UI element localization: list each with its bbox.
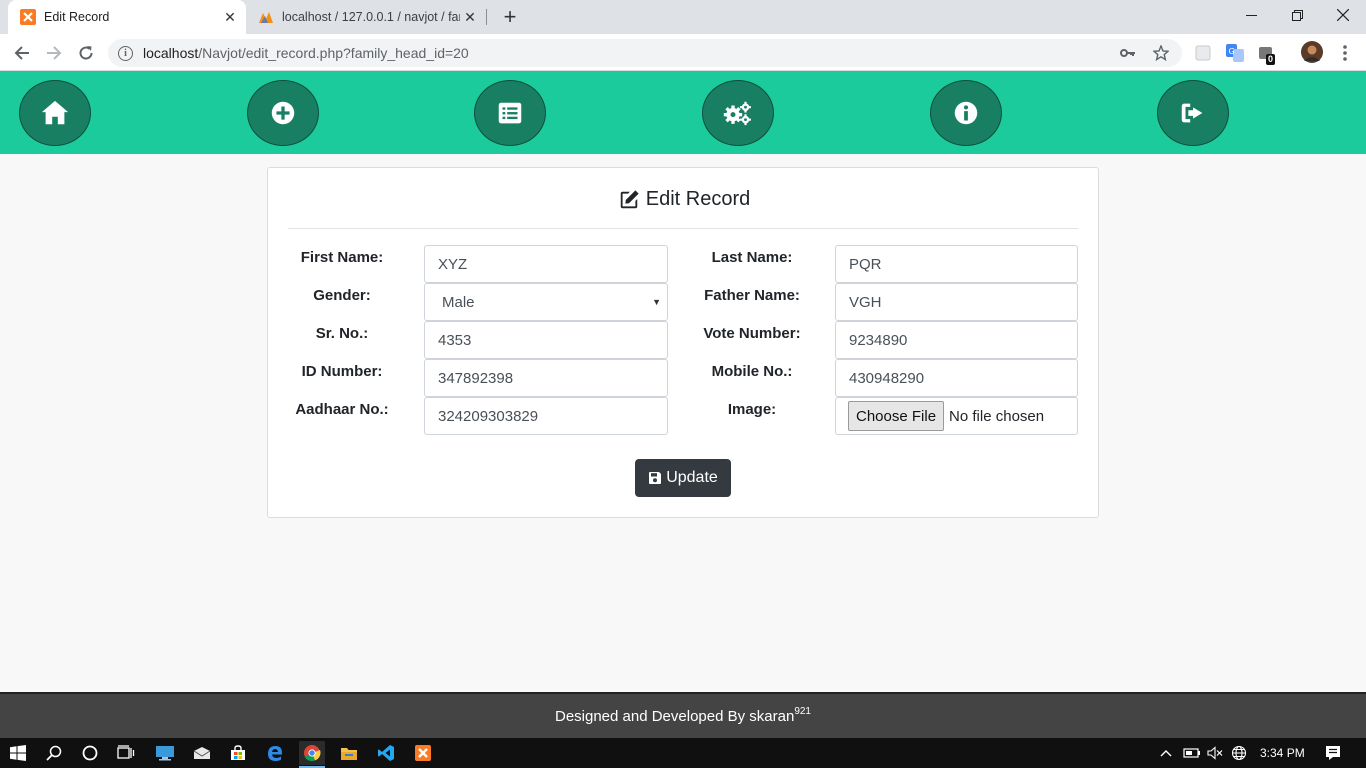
save-icon	[649, 472, 662, 484]
key-icon[interactable]	[1120, 39, 1136, 67]
nav-info-button[interactable]	[930, 80, 1002, 146]
sr-no-input[interactable]: 4353	[424, 321, 668, 359]
dropdown-caret-icon: ▼	[652, 297, 661, 307]
image-file-input[interactable]: Choose File No file chosen	[835, 397, 1078, 435]
file-status-text: No file chosen	[949, 407, 1045, 425]
tab-title: Edit Record	[44, 10, 110, 24]
nav-list-button[interactable]	[474, 80, 546, 146]
profile-avatar[interactable]	[1300, 40, 1324, 64]
gender-select[interactable]: Male ▼	[424, 283, 668, 321]
battery-icon[interactable]	[1183, 738, 1201, 768]
page-title: Edit Record	[268, 188, 1100, 211]
gender-selected-value: Male	[442, 293, 475, 311]
windows-taskbar: 3:34 PM	[0, 738, 1366, 768]
tray-chevron-icon[interactable]	[1160, 738, 1172, 768]
info-circle-icon	[954, 101, 978, 125]
nav-add-button[interactable]	[247, 80, 319, 146]
tab-separator	[486, 9, 487, 25]
desktop-app-icon[interactable]	[152, 741, 178, 765]
browser-toolbar: i localhost/Navjot/edit_record.php?famil…	[0, 34, 1366, 71]
svg-text:G: G	[1229, 47, 1235, 56]
plus-circle-icon	[271, 101, 295, 125]
home-icon	[41, 100, 69, 125]
divider	[288, 228, 1078, 229]
network-globe-icon[interactable]	[1231, 738, 1247, 768]
phpmyadmin-icon	[258, 9, 274, 25]
chrome-taskbar-icon[interactable]	[299, 741, 325, 768]
browser-tabstrip: Edit Record ✕ localhost / 127.0.0.1 / na…	[0, 0, 1366, 34]
footer-text: Designed and Developed By skaran	[554, 707, 795, 725]
tab-title: localhost / 127.0.0.1 / navjot / far	[282, 10, 460, 24]
chrome-menu-icon[interactable]	[1334, 42, 1356, 64]
cogs-icon	[723, 101, 751, 126]
first-name-input[interactable]: XYZ	[424, 245, 668, 283]
nav-logout-button[interactable]	[1157, 80, 1229, 146]
close-window-button[interactable]	[1320, 0, 1366, 30]
first-name-label: First Name:	[300, 249, 384, 266]
cortana-icon[interactable]	[77, 741, 103, 765]
edge-icon[interactable]	[262, 741, 288, 765]
sign-out-icon	[1181, 103, 1203, 123]
site-info-icon[interactable]: i	[118, 45, 133, 61]
close-tab-icon[interactable]: ✕	[220, 7, 240, 27]
new-tab-button[interactable]: +	[498, 4, 522, 29]
update-button[interactable]: Update	[635, 459, 731, 497]
vscode-icon[interactable]	[373, 741, 399, 765]
reload-button[interactable]	[72, 39, 100, 67]
xampp-taskbar-icon[interactable]	[410, 741, 436, 765]
back-button[interactable]	[8, 39, 36, 67]
extension-badge: 0	[1266, 54, 1276, 65]
mobile-no-input[interactable]: 430948290	[835, 359, 1078, 397]
footer-sup: 921	[794, 705, 811, 717]
mobile-no-label: Mobile No.:	[711, 363, 793, 380]
extension-icon[interactable]	[1192, 42, 1214, 64]
url-path: /Navjot/edit_record.php?family_head_id=2…	[198, 45, 469, 61]
forward-button[interactable]	[40, 39, 68, 67]
page-footer: Designed and Developed By skaran 921	[0, 692, 1366, 738]
minimize-button[interactable]	[1228, 0, 1274, 30]
taskbar-clock[interactable]: 3:34 PM	[1260, 738, 1305, 768]
vote-number-input[interactable]: 9234890	[835, 321, 1078, 359]
tab-edit-record[interactable]: Edit Record ✕	[8, 0, 246, 34]
sr-no-label: Sr. No.:	[315, 325, 369, 342]
last-name-label: Last Name:	[711, 249, 793, 266]
mail-icon[interactable]	[189, 741, 215, 765]
father-name-input[interactable]: VGH	[835, 283, 1078, 321]
father-name-label: Father Name:	[704, 287, 800, 304]
app-navbar	[0, 71, 1366, 154]
choose-file-button[interactable]: Choose File	[848, 401, 945, 431]
file-explorer-icon[interactable]	[336, 741, 362, 765]
tab-phpmyadmin[interactable]: localhost / 127.0.0.1 / navjot / far ✕	[248, 0, 486, 34]
store-icon[interactable]	[225, 741, 251, 765]
restore-button[interactable]	[1274, 0, 1320, 30]
aadhaar-no-label: Aadhaar No.:	[295, 401, 389, 418]
id-number-input[interactable]: 347892398	[424, 359, 668, 397]
search-icon[interactable]	[41, 741, 67, 765]
page-title-text: Edit Record	[645, 188, 751, 210]
task-view-icon[interactable]	[113, 741, 139, 765]
windows-start-icon[interactable]	[5, 741, 31, 765]
aadhaar-no-input[interactable]: 324209303829	[424, 397, 668, 435]
action-center-icon[interactable]	[1325, 738, 1341, 768]
last-name-input[interactable]: PQR	[835, 245, 1078, 283]
bookmark-star-icon[interactable]	[1153, 39, 1169, 67]
vote-number-label: Vote Number:	[703, 325, 801, 342]
nav-home-button[interactable]	[19, 80, 91, 146]
url-host: localhost	[143, 45, 199, 61]
badge-extension-icon[interactable]: 0	[1256, 42, 1278, 65]
image-label: Image:	[727, 401, 777, 418]
xampp-icon	[20, 9, 36, 25]
id-number-label: ID Number:	[301, 363, 383, 380]
volume-muted-icon[interactable]	[1207, 738, 1223, 768]
gender-label: Gender:	[313, 287, 371, 304]
edit-icon	[620, 189, 639, 208]
close-tab-icon[interactable]: ✕	[460, 7, 480, 27]
edit-record-card: Edit Record First Name: XYZ Gender: Male…	[267, 167, 1099, 518]
address-bar[interactable]: i localhost/Navjot/edit_record.php?famil…	[108, 39, 1182, 67]
list-alt-icon	[498, 102, 522, 124]
nav-settings-button[interactable]	[702, 80, 774, 146]
update-button-label: Update	[666, 469, 718, 486]
translate-extension-icon[interactable]: G	[1224, 42, 1246, 64]
